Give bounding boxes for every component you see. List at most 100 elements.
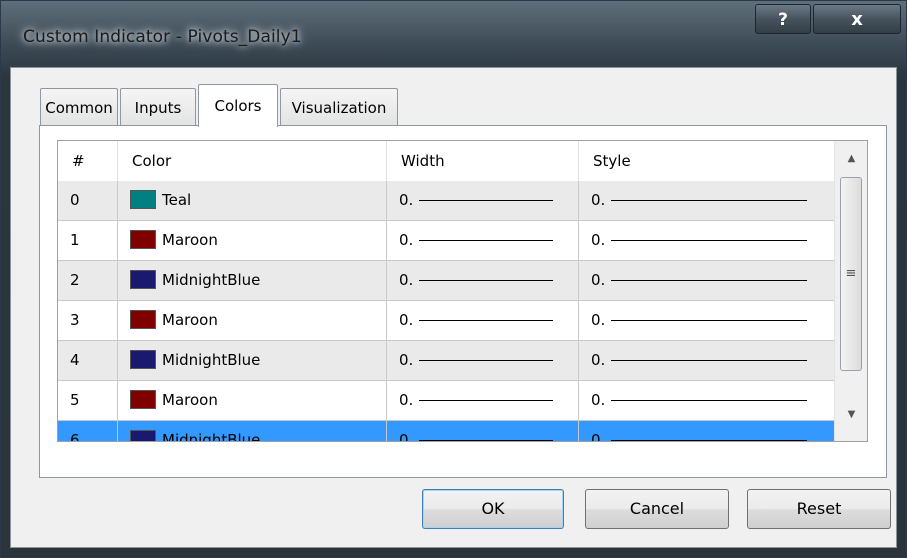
color-name: MidnightBlue (162, 431, 261, 442)
style-cell[interactable]: 0. (579, 221, 834, 260)
width-line-icon (419, 320, 554, 321)
style-cell[interactable]: 0. (579, 261, 834, 300)
style-value: 0. (591, 391, 606, 409)
style-value: 0. (591, 311, 606, 329)
color-swatch (130, 389, 156, 409)
color-cell[interactable]: Teal (118, 181, 387, 220)
width-line-icon (419, 240, 554, 241)
width-line-icon (419, 440, 554, 441)
help-button[interactable]: ? (755, 4, 811, 34)
tab-common[interactable]: Common (40, 88, 118, 126)
column-header-index[interactable]: # (58, 141, 118, 181)
row-index: 2 (58, 261, 118, 300)
width-cell[interactable]: 0. (387, 341, 579, 380)
color-cell[interactable]: Maroon (118, 381, 387, 420)
table-header: # Color Width Style (58, 141, 834, 182)
width-value: 0. (399, 191, 414, 209)
color-cell[interactable]: MidnightBlue (118, 341, 387, 380)
table-row[interactable]: 3 Maroon 0. 0. (58, 301, 834, 341)
width-cell[interactable]: 0. (387, 181, 579, 220)
dialog-window: Custom Indicator - Pivots_Daily1 ? x Com… (0, 0, 907, 558)
color-name: MidnightBlue (162, 271, 261, 289)
colors-table: # Color Width Style 0 Teal 0. 0. 1 Maroon 0. 0.… (57, 140, 868, 442)
width-line-icon (419, 360, 554, 361)
style-cell[interactable]: 0. (579, 341, 834, 380)
style-line-icon (611, 240, 808, 241)
row-index: 4 (58, 341, 118, 380)
style-line-icon (611, 440, 808, 441)
color-cell[interactable]: MidnightBlue (118, 261, 387, 300)
style-line-icon (611, 360, 808, 361)
cancel-button[interactable]: Cancel (585, 489, 729, 529)
table-row[interactable]: 5 Maroon 0. 0. (58, 381, 834, 421)
column-header-color[interactable]: Color (118, 141, 387, 181)
row-index: 5 (58, 381, 118, 420)
style-cell[interactable]: 0. (579, 301, 834, 340)
color-swatch (130, 229, 156, 249)
color-cell[interactable]: Maroon (118, 221, 387, 260)
color-cell[interactable]: Maroon (118, 301, 387, 340)
width-cell[interactable]: 0. (387, 381, 579, 420)
tab-visualization[interactable]: Visualization (280, 88, 398, 126)
width-cell[interactable]: 0. (387, 421, 579, 442)
color-name: Teal (162, 191, 192, 209)
color-cell[interactable]: MidnightBlue (118, 421, 387, 442)
width-value: 0. (399, 311, 414, 329)
row-index: 3 (58, 301, 118, 340)
width-value: 0. (399, 351, 414, 369)
row-index: 1 (58, 221, 118, 260)
window-title: Custom Indicator - Pivots_Daily1 (23, 27, 302, 47)
style-cell[interactable]: 0. (579, 181, 834, 220)
color-swatch (130, 189, 156, 209)
style-value: 0. (591, 191, 606, 209)
ok-button[interactable]: OK (422, 489, 564, 529)
dialog-client-area: Common Inputs Colors Visualization # Col… (10, 67, 897, 548)
row-index: 6 (58, 421, 118, 441)
table-row[interactable]: 1 Maroon 0. 0. (58, 221, 834, 261)
color-name: Maroon (162, 311, 218, 329)
column-header-style[interactable]: Style (579, 141, 834, 181)
style-value: 0. (591, 431, 606, 442)
title-bar[interactable]: Custom Indicator - Pivots_Daily1 ? x (1, 1, 906, 67)
table-row[interactable]: 6 MidnightBlue 0. 0. (58, 421, 834, 442)
scroll-thumb[interactable]: ≡ (840, 177, 862, 371)
colors-tab-page: # Color Width Style 0 Teal 0. 0. 1 Maroon 0. 0.… (39, 125, 887, 478)
width-value: 0. (399, 231, 414, 249)
color-swatch (130, 429, 156, 441)
table-row[interactable]: 4 MidnightBlue 0. 0. (58, 341, 834, 381)
tab-inputs[interactable]: Inputs (120, 88, 196, 126)
reset-button[interactable]: Reset (747, 489, 891, 529)
color-swatch (130, 349, 156, 369)
width-cell[interactable]: 0. (387, 221, 579, 260)
width-cell[interactable]: 0. (387, 301, 579, 340)
style-value: 0. (591, 231, 606, 249)
scroll-up-arrow-icon[interactable]: ▲ (835, 145, 867, 173)
style-line-icon (611, 400, 808, 401)
column-header-width[interactable]: Width (387, 141, 579, 181)
style-line-icon (611, 280, 808, 281)
width-line-icon (419, 200, 554, 201)
width-value: 0. (399, 391, 414, 409)
vertical-scrollbar[interactable]: ▲ ≡ ▼ (834, 141, 867, 441)
row-index: 0 (58, 181, 118, 220)
style-line-icon (611, 200, 808, 201)
color-swatch (130, 269, 156, 289)
style-cell[interactable]: 0. (579, 381, 834, 420)
width-value: 0. (399, 431, 414, 442)
table-row[interactable]: 2 MidnightBlue 0. 0. (58, 261, 834, 301)
color-name: Maroon (162, 231, 218, 249)
color-name: MidnightBlue (162, 351, 261, 369)
width-value: 0. (399, 271, 414, 289)
close-button[interactable]: x (813, 4, 901, 34)
style-line-icon (611, 320, 808, 321)
style-value: 0. (591, 351, 606, 369)
style-cell[interactable]: 0. (579, 421, 834, 442)
width-cell[interactable]: 0. (387, 261, 579, 300)
width-line-icon (419, 400, 554, 401)
color-name: Maroon (162, 391, 218, 409)
table-row[interactable]: 0 Teal 0. 0. (58, 181, 834, 221)
grip-icon: ≡ (845, 266, 857, 281)
tab-colors[interactable]: Colors (198, 84, 278, 127)
style-value: 0. (591, 271, 606, 289)
scroll-down-arrow-icon[interactable]: ▼ (835, 401, 867, 429)
